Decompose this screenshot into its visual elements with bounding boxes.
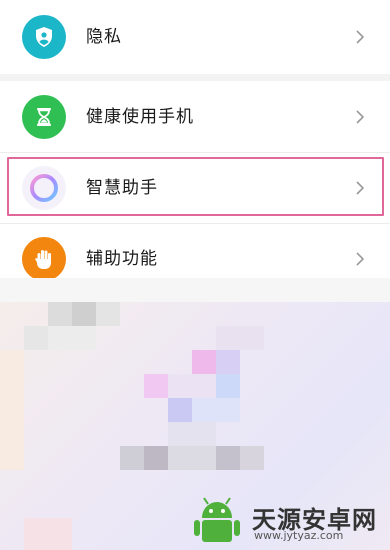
mosaic-tile (144, 446, 168, 470)
mosaic-tile (0, 350, 24, 470)
mosaic-tile (168, 422, 216, 446)
mosaic-tile (216, 446, 240, 470)
privacy-shield-icon (22, 15, 66, 59)
watermark: 天源安卓网 www.jytyaz.com (188, 496, 388, 546)
android-logo-icon (194, 497, 240, 542)
highlight-box (7, 157, 384, 216)
mosaic-tile (120, 446, 144, 470)
mosaic-tile (72, 302, 96, 326)
chevron-right-icon (356, 252, 365, 266)
mosaic-tile (216, 326, 264, 350)
mosaic-tile (216, 374, 240, 398)
mosaic-tile (96, 302, 120, 326)
hourglass-icon (22, 95, 66, 139)
mosaic-tile (48, 302, 72, 326)
mosaic-tile (168, 446, 216, 470)
mosaic-tile (168, 398, 192, 422)
mosaic-tile (192, 398, 240, 422)
mosaic-tile (240, 446, 264, 470)
hand-icon (22, 237, 66, 281)
mosaic-tile (168, 374, 216, 398)
settings-item-digital-wellbeing[interactable]: 健康使用手机 (0, 82, 390, 152)
chevron-right-icon (356, 30, 365, 44)
mosaic-tile (144, 374, 168, 398)
watermark-url: www.jytyaz.com (254, 529, 344, 542)
mosaic-tile (192, 350, 216, 374)
mosaic-tile (24, 326, 48, 350)
mosaic-tile (48, 326, 96, 350)
chevron-right-icon (356, 110, 365, 124)
mosaic-tile (24, 518, 72, 550)
mosaic-tile (216, 350, 240, 374)
mosaic-tile (0, 278, 390, 302)
settings-item-privacy[interactable]: 隐私 (0, 2, 390, 72)
settings-item-label: 健康使用手机 (86, 107, 194, 127)
settings-group-privacy: 隐私 (0, 0, 390, 74)
settings-item-label: 隐私 (86, 27, 122, 47)
